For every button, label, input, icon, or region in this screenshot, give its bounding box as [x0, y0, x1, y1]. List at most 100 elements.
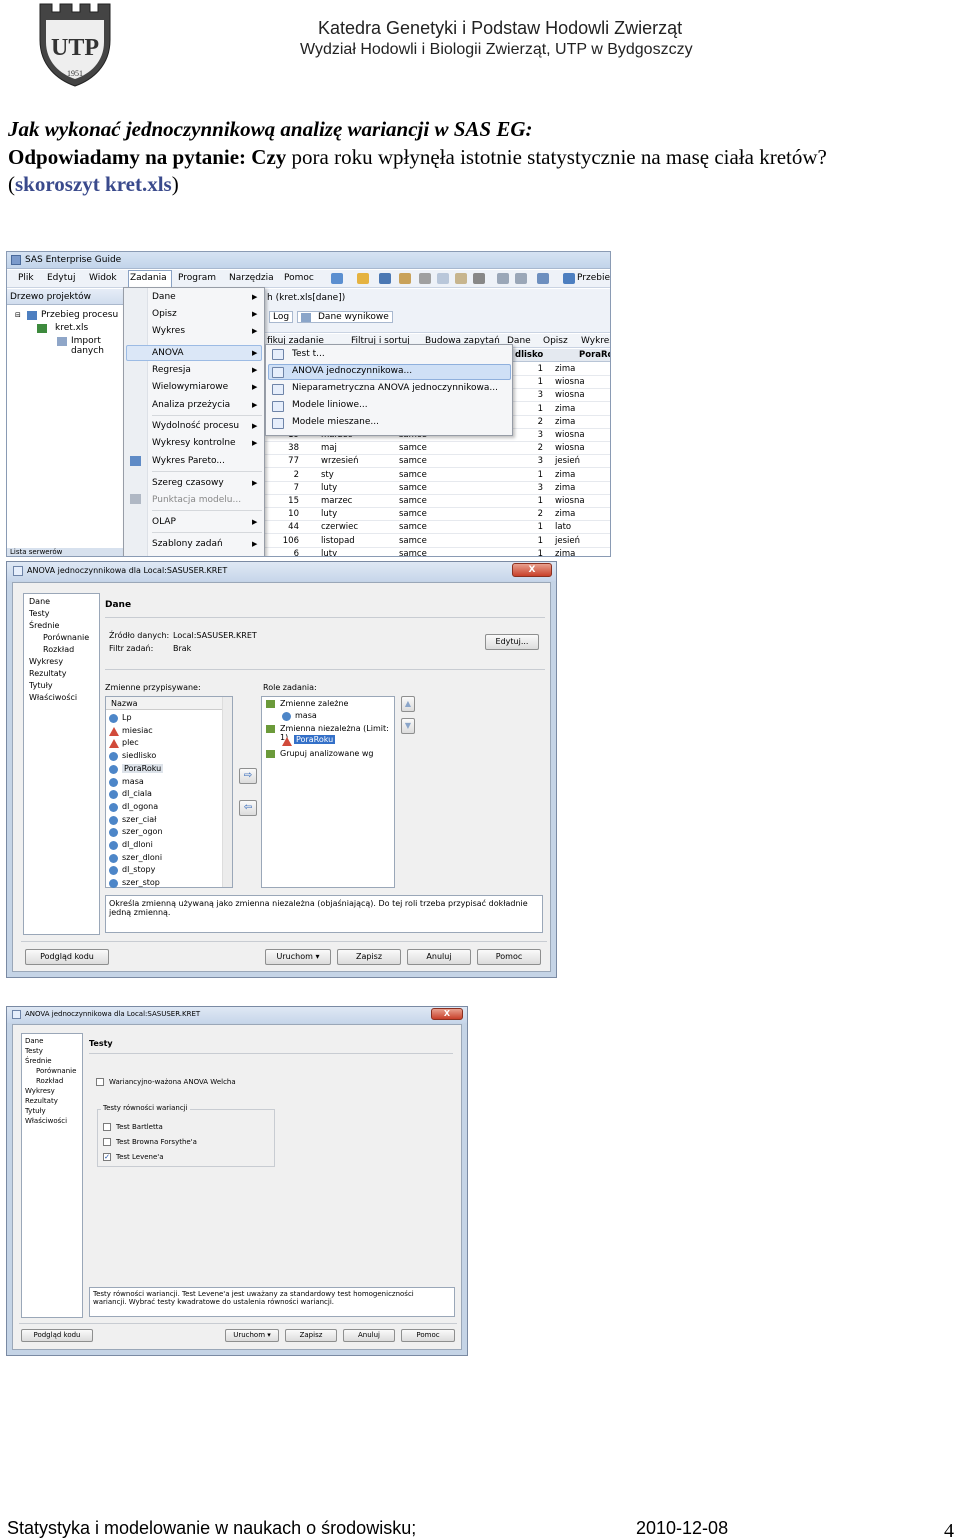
menu-zadania[interactable]: Zadania [130, 273, 167, 283]
table-row[interactable]: 7 luty samce 3 zima [263, 482, 610, 495]
tree-item-import[interactable]: Import danych [71, 336, 126, 356]
variable-item[interactable]: miesiac [122, 726, 153, 735]
nav-wlasciwosci[interactable]: Właściwości [25, 1117, 67, 1125]
print-icon[interactable] [399, 273, 411, 284]
menu-item-regresja[interactable]: Regresja [152, 365, 191, 375]
nav-porownanie[interactable]: Porównanie [36, 1067, 76, 1075]
cancel-button[interactable]: Anuluj [407, 949, 471, 965]
brown-forsythe-checkbox[interactable] [103, 1138, 111, 1146]
save-button[interactable]: Zapisz [337, 949, 401, 965]
save-icon[interactable] [379, 273, 391, 284]
code-preview-button[interactable]: Podgląd kodu [25, 949, 109, 965]
menu-item-przezycie[interactable]: Analiza przeżycia [152, 400, 230, 410]
variable-item[interactable]: dl_ogona [122, 802, 158, 811]
menu-item-ttest[interactable]: Test t... [292, 349, 325, 359]
open-icon[interactable] [357, 273, 369, 284]
undo-icon[interactable] [497, 273, 509, 284]
menu-item-olap[interactable]: OLAP [152, 517, 176, 527]
move-left-icon[interactable]: ⇦ [239, 800, 257, 816]
col-header-siedlisko[interactable]: dlisko [515, 350, 543, 360]
grid-tab-title[interactable]: h (kret.xls[dane]) [267, 293, 345, 303]
menu-pomoc[interactable]: Pomoc [284, 273, 314, 283]
nav-dane[interactable]: Dane [29, 597, 50, 606]
nav-wykresy[interactable]: Wykresy [25, 1087, 55, 1095]
tree-item-kret[interactable]: kret.xls [55, 323, 88, 333]
help-button[interactable]: Pomoc [477, 949, 541, 965]
menu-item-linear-models[interactable]: Modele liniowe... [292, 400, 368, 410]
nav-testy[interactable]: Testy [25, 1047, 43, 1055]
nav-rezultaty[interactable]: Rezultaty [25, 1097, 58, 1105]
variable-item[interactable]: Lp [122, 713, 132, 722]
menu-item-wykresy-kontrolne[interactable]: Wykresy kontrolne [152, 438, 236, 448]
nav-srednie[interactable]: Średnie [29, 621, 59, 630]
menu-item-opisz[interactable]: Opisz [152, 309, 177, 319]
close-button[interactable]: X [512, 563, 552, 577]
menu-narzedzia[interactable]: Narzędzia [229, 273, 274, 283]
run-button[interactable]: Uruchom ▾ [265, 949, 331, 965]
levene-checkbox[interactable]: ✓ [103, 1153, 111, 1161]
table-row[interactable]: 44 czerwiec samce 1 lato [263, 521, 610, 535]
role-dependent[interactable]: Zmienne zależne [280, 699, 348, 708]
menu-item-nonparam-anova[interactable]: Nieparametryczna ANOVA jednoczynnikowa..… [292, 383, 498, 393]
table-row[interactable]: 6 luty samce 1 zima [263, 548, 610, 556]
tree-item-flow[interactable]: Przebieg procesu [41, 310, 118, 320]
menu-item-anova-one-way[interactable]: ANOVA jednoczynnikowa... [292, 366, 412, 376]
menu-item-wielowymiarowe[interactable]: Wielowymiarowe [152, 382, 228, 392]
variable-item[interactable]: szer_dloni [122, 853, 162, 862]
nav-rozklad[interactable]: Rozkład [43, 645, 74, 654]
variable-item[interactable]: masa [122, 777, 144, 786]
table-row[interactable]: 106 listopad samce 1 jesień [263, 535, 610, 548]
nav-wlasciwosci[interactable]: Właściwości [29, 693, 77, 702]
cut-icon[interactable] [419, 273, 431, 284]
table-row[interactable]: 2 sty samce 1 zima [263, 469, 610, 482]
nav-dane[interactable]: Dane [25, 1037, 43, 1045]
nav-srednie[interactable]: Średnie [25, 1057, 52, 1065]
cancel-button[interactable]: Anuluj [343, 1329, 395, 1342]
welch-checkbox[interactable] [96, 1078, 104, 1086]
role-var-pora[interactable]: PoraRoku [294, 735, 336, 744]
move-right-icon[interactable]: ⇨ [239, 768, 257, 784]
variable-item[interactable]: dl_dloni [122, 840, 153, 849]
table-row[interactable]: 15 marzec samce 1 wiosna [263, 495, 610, 508]
scrollbar[interactable] [222, 697, 232, 887]
menu-item-punktacja[interactable]: Punktacja modelu... [152, 495, 241, 505]
menu-item-pareto[interactable]: Wykres Pareto... [152, 456, 225, 466]
save-button[interactable]: Zapisz [285, 1329, 337, 1342]
nav-wykresy[interactable]: Wykresy [29, 657, 63, 666]
menu-program[interactable]: Program [178, 273, 216, 283]
edit-button[interactable]: Edytuj... [485, 634, 539, 650]
variable-item[interactable]: PoraRoku [122, 763, 164, 773]
collapse-icon[interactable]: ⊟ [15, 311, 21, 319]
menu-item-dane[interactable]: Dane [152, 292, 176, 302]
paste-icon[interactable] [455, 273, 467, 284]
nav-rezultaty[interactable]: Rezultaty [29, 669, 67, 678]
nav-rozklad[interactable]: Rozkład [36, 1077, 63, 1085]
tab-log[interactable]: Log [269, 311, 294, 323]
menu-plik[interactable]: Plik [18, 273, 34, 283]
variable-item[interactable]: szer_ciał [122, 815, 156, 824]
variable-item[interactable]: szer_ogon [122, 827, 163, 836]
move-down-icon[interactable]: ▼ [401, 718, 415, 734]
move-up-icon[interactable]: ▲ [401, 696, 415, 712]
tab-output-data[interactable]: Dane wynikowe [297, 311, 393, 323]
vars-listbox[interactable]: Nazwa Lp miesiac plec siedlisko PoraRoku masa… [105, 696, 233, 889]
delete-icon[interactable] [473, 273, 485, 284]
variable-item[interactable]: dl_stopy [122, 865, 155, 874]
grid-tb-describe[interactable]: Opisz [543, 336, 568, 346]
table-row[interactable]: 10 luty samce 2 zima [263, 508, 610, 522]
variable-item[interactable]: plec [122, 738, 139, 747]
copy-icon[interactable] [437, 273, 449, 284]
run-button[interactable]: Uruchom ▾ [225, 1329, 279, 1342]
nav-tytuly[interactable]: Tytuły [25, 1107, 46, 1115]
col-header-pora[interactable]: PoraRok [579, 350, 610, 360]
menu-item-anova[interactable]: ANOVA [152, 348, 184, 358]
roles-listbox[interactable]: Zmienne zależne masa Zmienna niezależna … [261, 696, 395, 888]
nav-testy[interactable]: Testy [29, 609, 50, 618]
grid-tb-chart[interactable]: Wykres [581, 336, 610, 346]
redo-icon[interactable] [515, 273, 527, 284]
new-icon[interactable] [331, 273, 343, 284]
bartlett-checkbox[interactable] [103, 1123, 111, 1131]
nav-tytuly[interactable]: Tytuły [29, 681, 53, 690]
help-button[interactable]: Pomoc [401, 1329, 455, 1342]
variable-item[interactable]: szer_stop [122, 878, 160, 887]
